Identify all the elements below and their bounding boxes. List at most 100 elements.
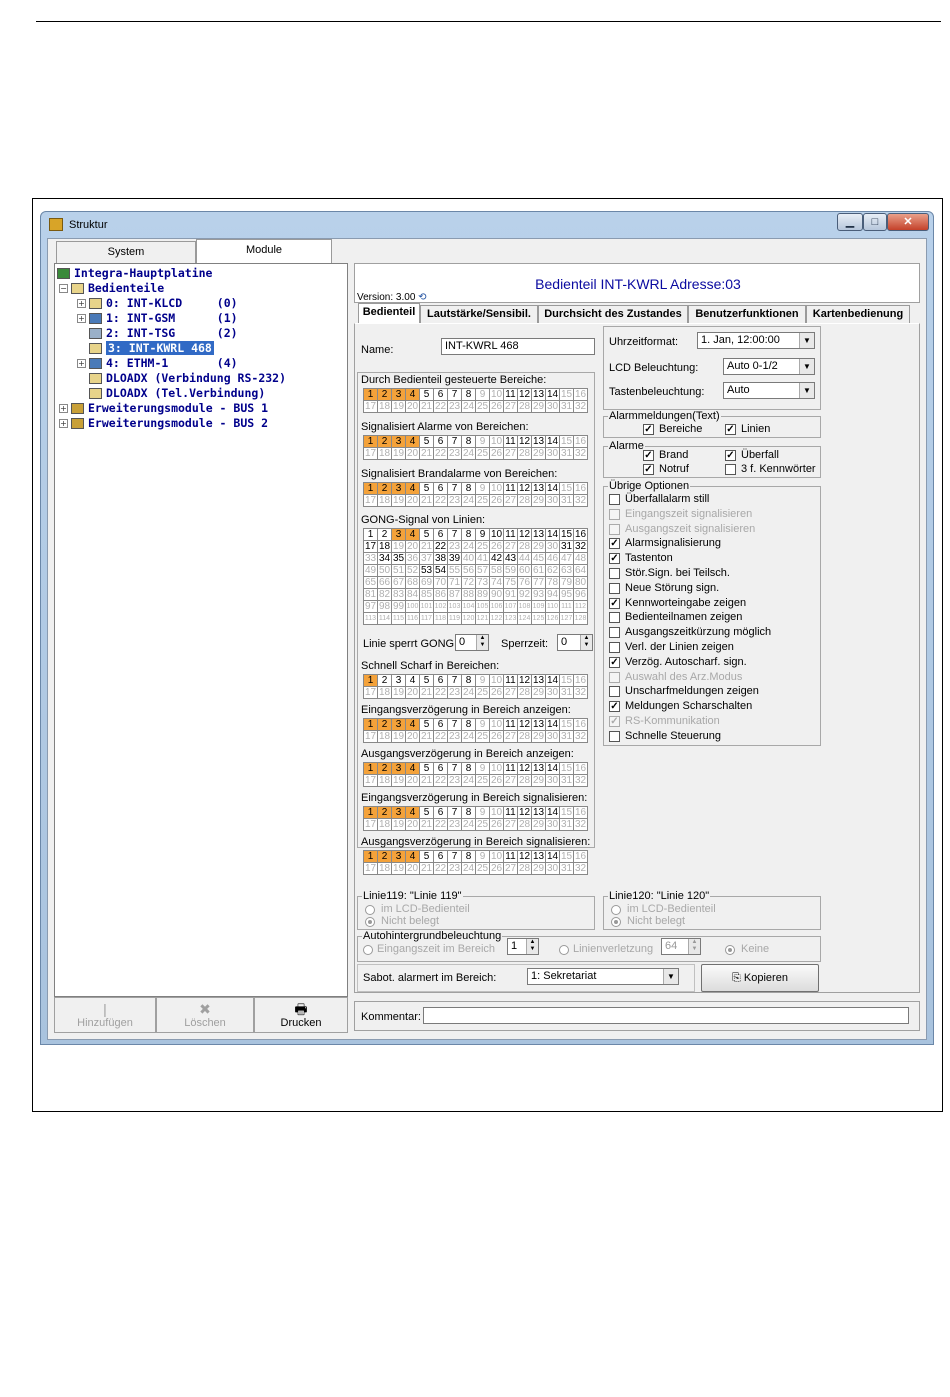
grid-cell[interactable]: 13 (532, 389, 546, 401)
grid-cell[interactable]: 6 (434, 719, 448, 731)
grid-cell[interactable]: 13 (532, 719, 546, 731)
grid-cell[interactable]: 21 (420, 731, 434, 743)
grid-cell[interactable]: 29 (532, 863, 546, 875)
grid-cell[interactable]: 32 (574, 541, 588, 553)
expand-icon[interactable]: + (77, 314, 86, 323)
grid-cell[interactable]: 31 (560, 541, 574, 553)
grid-cell[interactable]: 18 (378, 495, 392, 507)
grid-cell[interactable]: 58 (490, 565, 504, 577)
grid-cell[interactable]: 16 (574, 851, 588, 863)
grid-cell[interactable]: 19 (392, 541, 406, 553)
grid-cell[interactable]: 14 (546, 436, 560, 448)
grid-cell[interactable]: 28 (518, 401, 532, 413)
grid-cell[interactable]: 10 (490, 389, 504, 401)
grid-cell[interactable]: 39 (448, 553, 462, 565)
grid-cell[interactable]: 8 (462, 763, 476, 775)
grid-cell[interactable]: 8 (462, 483, 476, 495)
expand-icon[interactable]: + (77, 299, 86, 308)
grid-cell[interactable]: 19 (392, 863, 406, 875)
grid-cell[interactable]: 10 (490, 807, 504, 819)
grid-cell[interactable]: 14 (546, 807, 560, 819)
tab-durchsicht[interactable]: Durchsicht des Zustandes (538, 305, 688, 323)
grid-cell[interactable]: 24 (462, 775, 476, 787)
grid-cell[interactable]: 2 (378, 529, 392, 541)
grid-cell[interactable]: 20 (406, 731, 420, 743)
grid-cell[interactable]: 86 (434, 589, 448, 601)
grid-cell[interactable]: 7 (448, 719, 462, 731)
grid-cell[interactable]: 12 (518, 851, 532, 863)
grid-cell[interactable]: 5 (420, 851, 434, 863)
grid-cell[interactable]: 13 (532, 483, 546, 495)
grid-cell[interactable]: 29 (532, 541, 546, 553)
grid-cell[interactable]: 19 (392, 495, 406, 507)
grid-cell[interactable]: 15 (560, 529, 574, 541)
grid-cell[interactable]: 65 (364, 577, 378, 589)
grid-cell[interactable]: 28 (518, 819, 532, 831)
grid-cell[interactable]: 113 (364, 613, 378, 625)
grid-cell[interactable]: 34 (378, 553, 392, 565)
grid-cell[interactable]: 72 (462, 577, 476, 589)
grid-cell[interactable]: 11 (504, 436, 518, 448)
tree-item[interactable]: 0: INT-KLCD (0) (89, 296, 238, 311)
grid-cell[interactable]: 10 (490, 436, 504, 448)
grid-cell[interactable]: 71 (448, 577, 462, 589)
grid-cell[interactable]: 63 (560, 565, 574, 577)
grid-cell[interactable]: 3 (392, 675, 406, 687)
uhrzeit-select[interactable]: 1. Jan, 12:00:00 ▼ (697, 332, 815, 349)
grid-cell[interactable]: 9 (476, 719, 490, 731)
grid-cell[interactable]: 16 (574, 763, 588, 775)
option-2-checkbox[interactable] (609, 523, 620, 535)
grid-cell[interactable]: 19 (392, 401, 406, 413)
grid-cell[interactable]: 41 (476, 553, 490, 565)
grid-cell[interactable]: 14 (546, 389, 560, 401)
kennwoerter-checkbox[interactable] (725, 464, 736, 475)
grid-cell[interactable]: 116 (406, 613, 420, 625)
grid-cell[interactable]: 9 (476, 389, 490, 401)
grid-cell[interactable]: 6 (434, 389, 448, 401)
collapse-icon[interactable]: − (59, 284, 68, 293)
grid-cell[interactable]: 29 (532, 687, 546, 699)
grid-cell[interactable]: 22 (434, 819, 448, 831)
grid-cell[interactable]: 18 (378, 541, 392, 553)
grid-cell[interactable]: 22 (434, 863, 448, 875)
grid-cell[interactable]: 6 (434, 436, 448, 448)
grid-cell[interactable]: 49 (364, 565, 378, 577)
grid-cell[interactable]: 123 (504, 613, 518, 625)
grid-cell[interactable]: 17 (364, 448, 378, 460)
grid-cell[interactable]: 14 (546, 763, 560, 775)
grid-cell[interactable]: 31 (560, 863, 574, 875)
grid-cell[interactable]: 96 (574, 589, 588, 601)
grid-cell[interactable]: 21 (420, 775, 434, 787)
grid-cell[interactable]: 15 (560, 675, 574, 687)
grid-cell[interactable]: 127 (560, 613, 574, 625)
grid-cell[interactable]: 25 (476, 448, 490, 460)
option-15-checkbox[interactable]: ✓ (609, 716, 620, 727)
grid-cell[interactable]: 1 (364, 675, 378, 687)
print-button[interactable]: 🖶 Drucken (254, 997, 348, 1033)
grid-cell[interactable]: 12 (518, 763, 532, 775)
spin-arrows-icon[interactable]: ▲ ▼ (526, 939, 538, 954)
grid-cell[interactable]: 32 (574, 495, 588, 507)
grid-cell[interactable]: 28 (518, 863, 532, 875)
grid-cell[interactable]: 12 (518, 529, 532, 541)
grid-cell[interactable]: 14 (546, 483, 560, 495)
grid-cell[interactable]: 25 (476, 541, 490, 553)
grid-cell[interactable]: 15 (560, 851, 574, 863)
grid-cell[interactable]: 16 (574, 807, 588, 819)
grid-cell[interactable]: 22 (434, 541, 448, 553)
grid-cell[interactable]: 104 (462, 601, 476, 613)
grid-cell[interactable]: 55 (448, 565, 462, 577)
autohg-keine-radio[interactable] (725, 945, 735, 955)
option-5-checkbox[interactable] (609, 568, 620, 579)
grid-cell[interactable]: 23 (448, 495, 462, 507)
close-icon[interactable]: ✕ (887, 213, 929, 231)
grid-cell[interactable]: 29 (532, 401, 546, 413)
grid-cell[interactable]: 11 (504, 529, 518, 541)
grid-cell[interactable]: 31 (560, 775, 574, 787)
grid-cell[interactable]: 26 (490, 687, 504, 699)
grid-cell[interactable]: 4 (406, 436, 420, 448)
grid-cell[interactable]: 25 (476, 687, 490, 699)
dropdown-arrow-icon[interactable]: ▼ (799, 333, 814, 348)
grid-cell[interactable]: 9 (476, 807, 490, 819)
lcd-select[interactable]: Auto 0-1/2 ▼ (723, 358, 815, 375)
